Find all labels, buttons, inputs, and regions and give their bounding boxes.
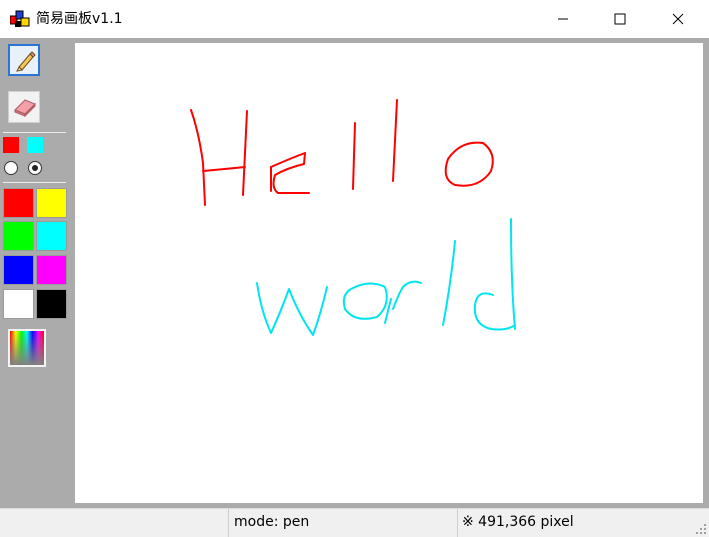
status-bar: mode: pen ※ 491,366 pixel — [0, 508, 709, 537]
palette-white[interactable] — [3, 289, 34, 319]
eraser-icon — [14, 99, 36, 118]
status-divider — [228, 509, 229, 537]
brush-size-small-radio[interactable] — [4, 161, 18, 175]
maximize-icon — [614, 13, 626, 25]
secondary-color-swatch[interactable] — [27, 137, 43, 153]
drawing-canvas[interactable] — [75, 43, 703, 503]
palette-black[interactable] — [36, 289, 67, 319]
brush-size-large-radio[interactable] — [28, 161, 42, 175]
stroke-hello — [190, 99, 494, 206]
divider — [3, 132, 66, 133]
close-icon — [672, 13, 684, 25]
palette-yellow[interactable] — [36, 188, 67, 218]
palette-green[interactable] — [3, 221, 34, 251]
mode-status: mode: pen — [234, 514, 310, 530]
palette-cyan[interactable] — [36, 221, 67, 251]
palette-red[interactable] — [3, 188, 34, 218]
custom-color-button[interactable] — [8, 329, 46, 367]
app-icon — [10, 10, 30, 27]
divider — [3, 182, 66, 183]
window-title: 简易画板v1.1 — [36, 11, 123, 27]
tool-panel — [0, 38, 70, 508]
canvas-strokes — [190, 99, 516, 336]
close-button[interactable] — [655, 0, 701, 38]
minimize-button[interactable] — [540, 0, 586, 38]
title-bar: 简易画板v1.1 — [0, 0, 709, 39]
status-divider — [457, 509, 458, 537]
eraser-tool-button[interactable] — [8, 91, 40, 123]
maximize-button[interactable] — [597, 0, 643, 38]
stroke-world — [256, 218, 516, 336]
cursor-coords-status: ※ 491,366 pixel — [462, 514, 574, 530]
color-spectrum-icon — [10, 331, 44, 365]
minimize-icon — [558, 18, 568, 20]
resize-grip-icon[interactable] — [695, 523, 707, 535]
pen-tool-button[interactable] — [8, 44, 40, 76]
primary-color-swatch[interactable] — [3, 137, 19, 153]
pencil-icon — [16, 51, 36, 72]
palette-blue[interactable] — [3, 255, 34, 285]
palette-magenta[interactable] — [36, 255, 67, 285]
